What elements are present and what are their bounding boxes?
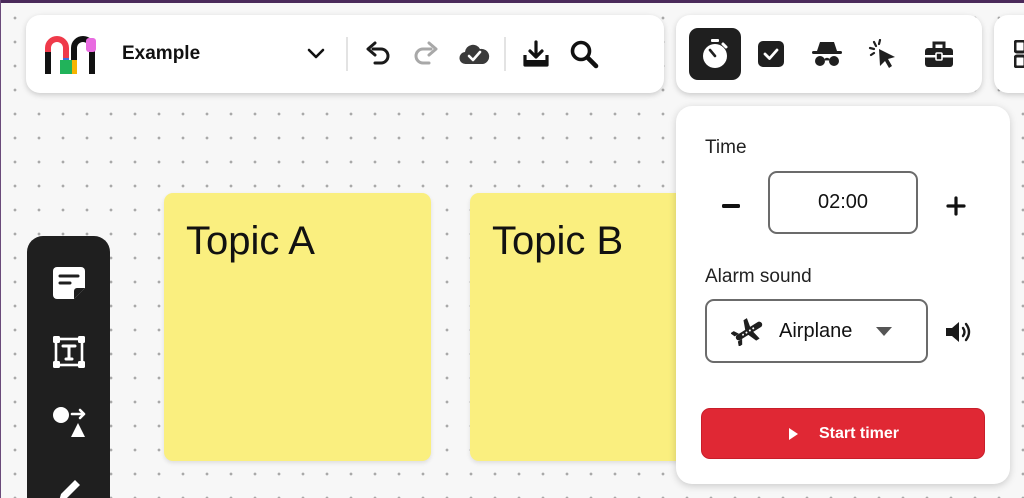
sticky-note-tool[interactable]	[43, 258, 95, 308]
voting-button[interactable]	[745, 28, 797, 80]
main-toolbar: Example	[26, 15, 664, 93]
stopwatch-icon	[703, 39, 728, 68]
extra-toolbar	[994, 15, 1024, 93]
redo-icon	[414, 41, 438, 65]
sticky-note-text: Topic A	[186, 219, 315, 263]
tools-toolbar	[676, 15, 982, 93]
search-icon	[570, 40, 599, 69]
caret-down-icon	[876, 326, 892, 336]
board-name[interactable]: Example	[122, 43, 292, 65]
alarm-sound-label: Alarm sound	[705, 266, 812, 287]
window-top-border	[0, 0, 1024, 3]
grid-icon[interactable]	[1014, 40, 1024, 68]
increase-time-button[interactable]	[936, 186, 976, 226]
plus-icon	[946, 196, 966, 216]
timer-button[interactable]	[689, 28, 741, 80]
redo-button[interactable]	[402, 30, 450, 78]
save-status-button[interactable]	[450, 30, 498, 78]
board-menu-button[interactable]	[292, 30, 340, 78]
export-button[interactable]	[512, 30, 560, 78]
sticky-note[interactable]: Topic A	[164, 193, 431, 461]
cloud-check-icon	[459, 44, 490, 65]
app-logo-icon[interactable]	[44, 32, 98, 76]
window-left-border	[0, 0, 1, 498]
toolbar-divider	[504, 37, 506, 71]
alarm-sound-value: Airplane	[779, 319, 853, 342]
play-icon	[788, 427, 798, 440]
text-icon	[52, 336, 85, 369]
shapes-tool[interactable]	[43, 397, 95, 447]
preview-sound-button[interactable]	[942, 316, 976, 348]
pen-tool[interactable]	[43, 467, 95, 498]
sticky-note-icon	[52, 266, 85, 299]
alarm-sound-select[interactable]: Airplane	[705, 299, 928, 363]
time-input[interactable]: 02:00	[768, 171, 918, 234]
decrease-time-button[interactable]	[711, 186, 751, 226]
toolbox-icon	[925, 41, 953, 67]
start-timer-label: Start timer	[818, 424, 900, 442]
creation-sidebar	[27, 236, 110, 498]
speaker-icon	[946, 322, 971, 342]
start-timer-button[interactable]: Start timer	[701, 408, 985, 459]
private-mode-button[interactable]	[801, 28, 853, 80]
minus-icon	[722, 204, 740, 208]
shapes-icon	[52, 406, 85, 437]
cursor-click-icon	[868, 39, 895, 68]
undo-icon	[366, 41, 390, 65]
checkbox-icon	[758, 41, 784, 67]
time-label: Time	[705, 137, 747, 158]
text-tool[interactable]	[43, 328, 95, 378]
chevron-down-icon	[307, 48, 325, 59]
search-button[interactable]	[560, 30, 608, 78]
undo-button[interactable]	[354, 30, 402, 78]
timer-panel: Time 02:00 Alarm sound Airplane Start ti…	[676, 106, 1010, 484]
toolbox-button[interactable]	[913, 28, 965, 80]
airplane-icon	[731, 318, 763, 346]
download-icon	[523, 40, 549, 67]
incognito-icon	[812, 42, 842, 66]
toolbar-divider	[346, 37, 348, 71]
pen-icon	[59, 480, 80, 498]
cursor-button[interactable]	[857, 28, 909, 80]
